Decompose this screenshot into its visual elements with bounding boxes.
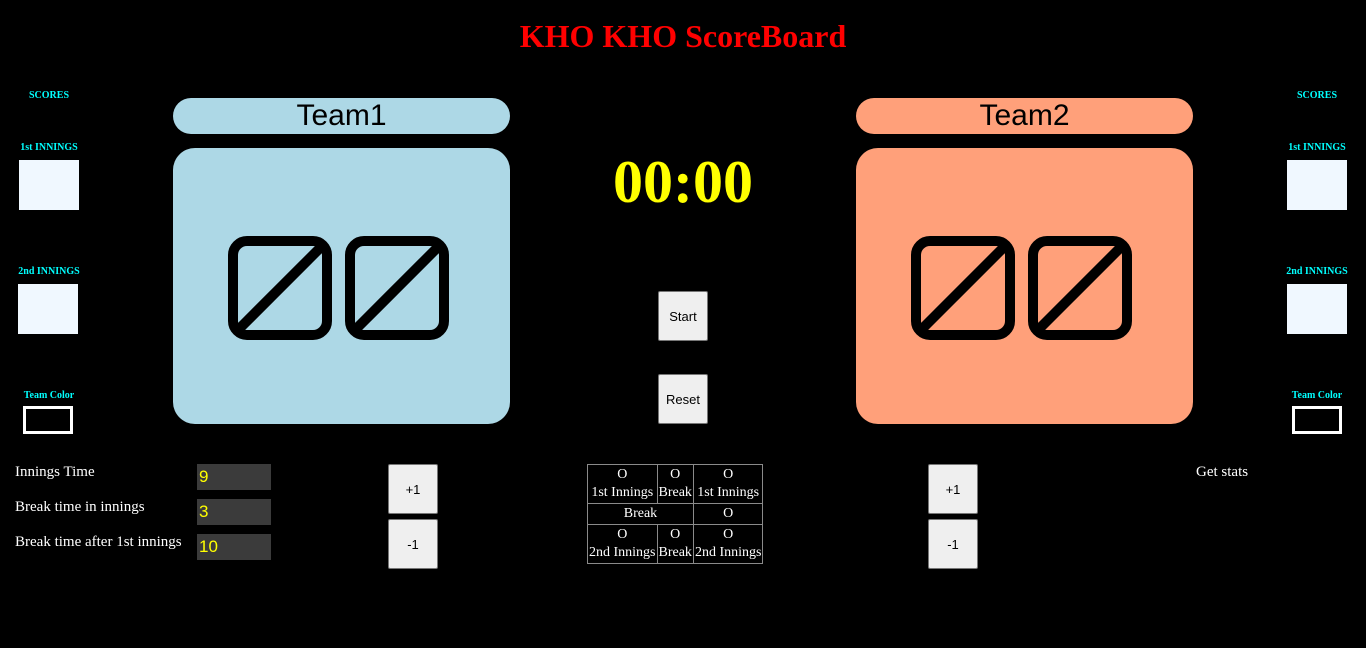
team1-color-picker[interactable] bbox=[23, 406, 73, 434]
reset-button[interactable]: Reset bbox=[658, 374, 708, 424]
team2-name[interactable]: Team2 bbox=[856, 98, 1193, 134]
left-team-color-label: Team Color bbox=[23, 390, 75, 401]
team1-score-digit-ones bbox=[345, 236, 449, 340]
status-mark: O bbox=[723, 467, 734, 482]
cell-label: 2nd Innings bbox=[694, 545, 762, 560]
innings-status-table: O 1st Innings O Break O 1st Innings Break O… bbox=[587, 464, 764, 564]
innings-cell: Break bbox=[587, 503, 694, 525]
team2-second-innings-score-box bbox=[1287, 284, 1347, 334]
team1-second-innings-score-box bbox=[18, 284, 78, 334]
team2-minus-one-button[interactable]: -1 bbox=[928, 519, 978, 569]
team2-first-innings-score-box bbox=[1287, 160, 1347, 210]
innings-cell: O Break bbox=[656, 464, 694, 504]
innings-cell: O 1st Innings bbox=[692, 464, 764, 504]
innings-cell: O 2nd Innings bbox=[587, 524, 658, 564]
status-mark: O bbox=[670, 467, 681, 482]
table-row: O 2nd Innings O Break O 2nd Innings bbox=[587, 524, 764, 564]
table-row: Break O bbox=[587, 503, 764, 525]
cell-label: Break bbox=[658, 545, 692, 560]
team1-score-card: 00 bbox=[173, 148, 510, 424]
team1-plus-one-button[interactable]: +1 bbox=[388, 464, 438, 514]
team1-name[interactable]: Team1 bbox=[173, 98, 510, 134]
cell-label: 1st Innings bbox=[591, 485, 654, 500]
innings-time-label: Innings Time bbox=[15, 464, 95, 480]
break-after-first-innings-input[interactable]: 10 bbox=[197, 534, 271, 560]
right-first-innings-label: 1st INNINGS bbox=[1288, 142, 1346, 153]
left-scores-label: SCORES bbox=[28, 90, 69, 101]
team2-score-digit-ones bbox=[1028, 236, 1132, 340]
innings-cell: O 2nd Innings bbox=[692, 524, 764, 564]
cell-label: 1st Innings bbox=[697, 485, 760, 500]
innings-cell: O bbox=[692, 503, 764, 525]
right-scores-label: SCORES bbox=[1296, 90, 1337, 101]
page-title: KHO KHO ScoreBoard bbox=[519, 18, 847, 54]
status-mark: O bbox=[670, 527, 681, 542]
start-button[interactable]: Start bbox=[658, 291, 708, 341]
cell-label: 2nd Innings bbox=[589, 545, 656, 560]
team2-score-digit-tens bbox=[911, 236, 1015, 340]
team1-score-digit-tens bbox=[228, 236, 332, 340]
get-stats-link[interactable]: Get stats bbox=[1196, 464, 1248, 481]
table-row: O 1st Innings O Break O 1st Innings bbox=[587, 464, 764, 504]
cell-label: Break bbox=[658, 485, 692, 500]
timer-display: 00:00 bbox=[613, 149, 753, 215]
left-second-innings-label: 2nd INNINGS bbox=[18, 266, 80, 277]
status-mark: O bbox=[723, 527, 734, 542]
innings-cell: O Break bbox=[656, 524, 694, 564]
right-team-color-label: Team Color bbox=[1291, 390, 1343, 401]
break-in-innings-label: Break time in innings bbox=[15, 499, 145, 515]
innings-cell: O 1st Innings bbox=[587, 464, 658, 504]
break-in-innings-input[interactable]: 3 bbox=[197, 499, 271, 525]
innings-time-input[interactable]: 9 bbox=[197, 464, 271, 490]
right-second-innings-label: 2nd INNINGS bbox=[1286, 266, 1348, 277]
team2-plus-one-button[interactable]: +1 bbox=[928, 464, 978, 514]
status-mark: O bbox=[617, 467, 628, 482]
team2-color-picker[interactable] bbox=[1292, 406, 1342, 434]
status-mark: O bbox=[617, 527, 628, 542]
break-after-first-innings-label: Break time after 1st innings bbox=[15, 534, 182, 550]
team1-minus-one-button[interactable]: -1 bbox=[388, 519, 438, 569]
left-first-innings-label: 1st INNINGS bbox=[20, 142, 78, 153]
team2-score-card: 00 bbox=[856, 148, 1193, 424]
team1-first-innings-score-box bbox=[19, 160, 79, 210]
